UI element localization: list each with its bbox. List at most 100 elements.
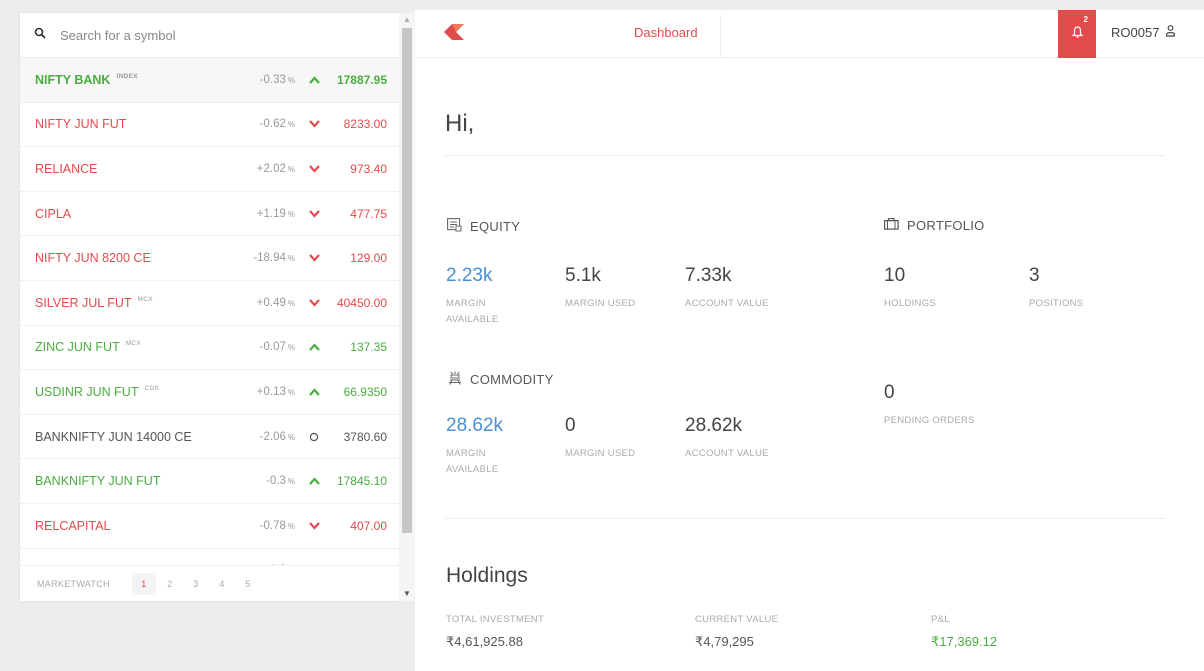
equity-title: EQUITY xyxy=(470,219,521,234)
change-value: -0.33 xyxy=(259,73,286,86)
marketwatch-panel: NIFTY BANKINDEX-0.33%17887.95 NIFTY JUN F… xyxy=(20,13,399,601)
commodity-margin-used-label: MARGIN USED xyxy=(565,448,636,459)
marketwatch-row[interactable]: NIFTY BANK INDEX -0.33% 17887.95 xyxy=(20,58,399,103)
scroll-down-arrow-icon[interactable]: ▼ xyxy=(399,587,415,601)
pending-orders-label: PENDING ORDERS xyxy=(884,415,975,426)
marketwatch-row[interactable]: RELIANCE +2.02% 973.40 xyxy=(20,147,399,192)
positions-count-label: POSITIONS xyxy=(1029,298,1084,309)
change-value: -0.78 xyxy=(259,519,286,532)
header-divider xyxy=(720,14,721,58)
kite-logo-icon[interactable] xyxy=(444,24,464,45)
marketwatch-row[interactable]: RELCAPITAL -0.78% 407.00 xyxy=(20,504,399,549)
symbol-price: 973.40 xyxy=(350,161,387,176)
symbol-change: +0.49% xyxy=(225,297,295,309)
percent-sign: % xyxy=(287,120,295,130)
percent-sign: % xyxy=(287,254,295,264)
user-id: RO0057 xyxy=(1111,25,1160,40)
symbol-label: SILVER JUL FUT xyxy=(35,295,132,310)
symbol-change: -18.94% xyxy=(225,252,295,264)
notification-count-badge: 2 xyxy=(1083,15,1088,24)
positions-count-value: 3 xyxy=(1029,265,1040,286)
commodity-icon xyxy=(448,371,470,388)
change-value: +2.02 xyxy=(256,162,286,175)
marketwatch-page-3[interactable]: 3 xyxy=(184,573,208,595)
arrow-down-icon xyxy=(303,209,325,218)
symbol-label: RELCAPITAL xyxy=(35,518,111,533)
symbol-label: NIFTY JUN FUT xyxy=(35,117,127,132)
symbol-change: -0.07% xyxy=(225,341,295,353)
commodity-section-title: COMMODITY xyxy=(448,371,554,388)
marketwatch-row[interactable]: BANKNIFTY JUN FUT -0.3% 17845.10 xyxy=(20,459,399,504)
exchange-tag: MCX xyxy=(137,295,153,303)
total-investment: TOTAL INVESTMENT ₹4,61,925.88 xyxy=(446,614,544,650)
commodity-margin-used-value: 0 xyxy=(565,415,576,436)
change-value: -0.3 xyxy=(266,475,286,488)
marketwatch-page-2[interactable]: 2 xyxy=(158,573,182,595)
symbol-change: -0.33% xyxy=(225,74,295,86)
divider xyxy=(445,518,1165,519)
marketwatch-scrollbar[interactable]: ▲ ▼ xyxy=(399,13,415,601)
marketwatch-row[interactable]: ICICIBANK-1.2%254.55 xyxy=(20,549,399,565)
symbol-price: 477.75 xyxy=(350,206,387,221)
scroll-up-arrow-icon[interactable]: ▲ xyxy=(399,13,415,27)
commodity-margin-used: 0 MARGIN USED xyxy=(565,415,635,462)
symbol-price: 407.00 xyxy=(350,518,387,533)
symbol-label: NIFTY JUN 8200 CE xyxy=(35,251,151,266)
marketwatch-row[interactable]: NIFTY JUN 8200 CE -18.94% 129.00 xyxy=(20,236,399,281)
symbol-label: ZINC JUN FUT xyxy=(35,340,120,355)
nav-dashboard-link[interactable]: Dashboard xyxy=(634,25,698,40)
arrow-down-icon xyxy=(303,120,325,129)
percent-sign: % xyxy=(287,164,295,174)
symbol-name: NIFTY JUN FUT xyxy=(35,117,225,131)
symbol-label: BANKNIFTY JUN FUT xyxy=(35,474,161,489)
marketwatch-footer: MARKETWATCH 12345 xyxy=(20,565,399,601)
marketwatch-page-4[interactable]: 4 xyxy=(210,573,234,595)
symbol-change: +0.13% xyxy=(225,386,295,398)
marketwatch-row[interactable]: SILVER JUL FUT MCX +0.49% 40450.00 xyxy=(20,281,399,326)
marketwatch-row[interactable]: BANKNIFTY JUN 14000 CE -2.06% 3780.60 xyxy=(20,415,399,460)
marketwatch-row[interactable]: NIFTY JUN FUT -0.62% 8233.00 xyxy=(20,103,399,148)
symbol-change: -0.62% xyxy=(225,118,295,130)
percent-sign: % xyxy=(287,298,295,308)
symbol-name: SILVER JUL FUT MCX xyxy=(35,296,225,310)
percent-sign: % xyxy=(287,477,295,487)
portfolio-positions: 3 POSITIONS xyxy=(1029,265,1083,312)
top-header: Dashboard 2 RO0057 xyxy=(415,10,1204,58)
percent-sign: % xyxy=(287,75,295,85)
user-menu[interactable]: RO0057 xyxy=(1111,25,1176,40)
search-icon xyxy=(34,26,46,44)
search-bar xyxy=(20,13,399,58)
portfolio-holdings: 10 HOLDINGS xyxy=(884,265,936,312)
greeting-heading: Hi, xyxy=(445,110,475,137)
marketwatch-row[interactable]: USDINR JUN FUT CDS +0.13% 66.9350 xyxy=(20,370,399,415)
marketwatch-list: NIFTY BANK INDEX -0.33% 17887.95 NIFTY JUN F… xyxy=(20,58,399,565)
arrow-up-icon xyxy=(303,343,325,352)
marketwatch-page-5[interactable]: 5 xyxy=(236,573,260,595)
symbol-label: BANKNIFTY JUN 14000 CE xyxy=(35,429,192,444)
change-value: -2.06 xyxy=(259,430,286,443)
change-value: -0.07 xyxy=(259,341,286,354)
symbol-price: 66.9350 xyxy=(343,384,387,399)
marketwatch-row[interactable]: ZINC JUN FUT MCX -0.07% 137.35 xyxy=(20,326,399,371)
marketwatch-row[interactable]: CIPLA +1.19% 477.75 xyxy=(20,192,399,237)
symbol-name: USDINR JUN FUT CDS xyxy=(35,385,225,399)
change-value: -0.62 xyxy=(259,118,286,131)
equity-margin-available-label: MARGIN AVAILABLE xyxy=(446,298,499,325)
arrow-up-icon xyxy=(303,477,325,485)
current-value-label: CURRENT VALUE xyxy=(695,614,779,625)
current-value-value: ₹4,79,295 xyxy=(695,634,754,649)
portfolio-section-title: PORTFOLIO xyxy=(884,218,985,233)
symbol-name: ZINC JUN FUT MCX xyxy=(35,340,225,354)
notifications-button[interactable]: 2 xyxy=(1058,10,1096,58)
marketwatch-page-1[interactable]: 1 xyxy=(131,572,156,595)
equity-account-value-value: 7.33k xyxy=(685,265,732,286)
percent-sign: % xyxy=(287,209,295,219)
symbol-change: -0.3% xyxy=(225,475,295,487)
symbol-price: 129.00 xyxy=(350,251,387,266)
commodity-margin-available-label: MARGIN AVAILABLE xyxy=(446,448,499,475)
search-input[interactable] xyxy=(60,27,360,43)
symbol-change: +1.19% xyxy=(225,208,295,220)
symbol-change: +2.02% xyxy=(225,163,295,175)
commodity-account-value: 28.62k ACCOUNT VALUE xyxy=(685,415,769,462)
scrollbar-thumb[interactable] xyxy=(402,28,412,533)
